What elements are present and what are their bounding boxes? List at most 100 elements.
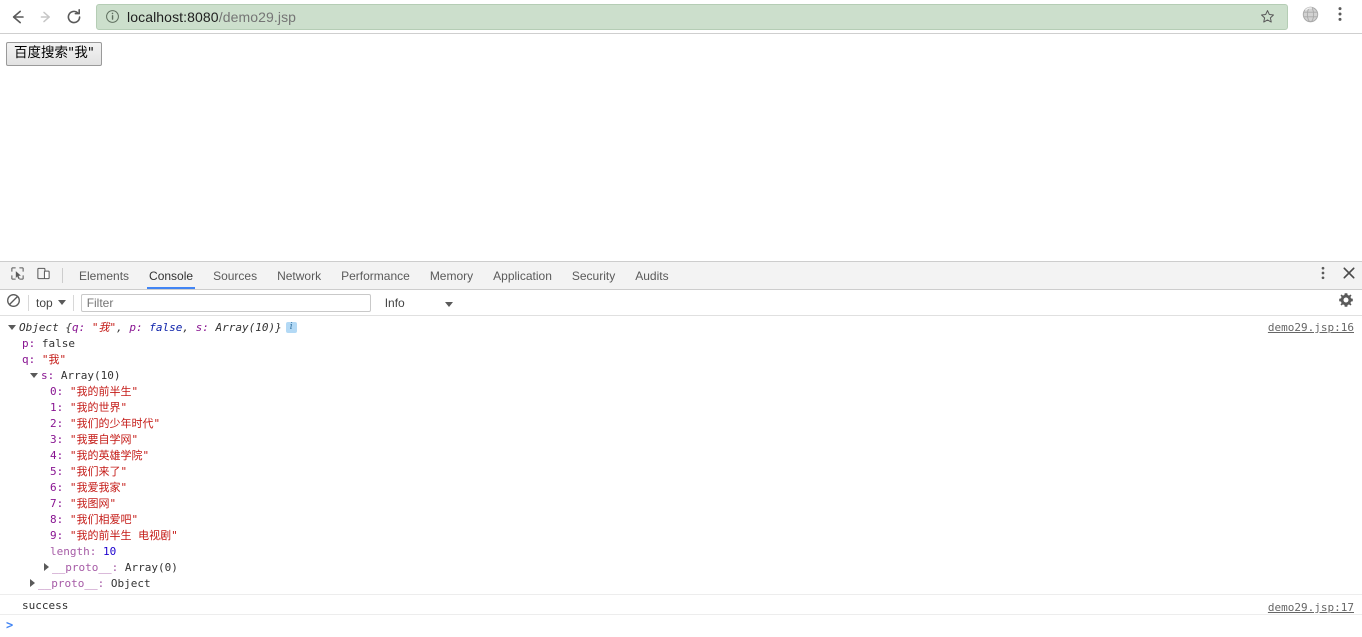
array-value: "我的前半生" bbox=[70, 385, 138, 398]
browser-toolbar: localhost:8080/demo29.jsp bbox=[0, 0, 1362, 34]
array-value: "我图网" bbox=[70, 497, 116, 510]
prompt-chevron-icon: > bbox=[6, 618, 13, 632]
property-row-q[interactable]: q: "我" bbox=[0, 352, 1362, 368]
array-item-row[interactable]: 1: "我的世界" bbox=[0, 400, 1362, 416]
inspect-element-button[interactable] bbox=[4, 262, 30, 289]
preview-value-q: "我" bbox=[92, 321, 116, 334]
devtools-tabbar-actions bbox=[1297, 262, 1362, 289]
array-item-row[interactable]: 6: "我爱我家" bbox=[0, 480, 1362, 496]
array-index: 8: bbox=[50, 513, 63, 526]
tabbar-divider bbox=[62, 268, 63, 283]
tab-elements[interactable]: Elements bbox=[69, 262, 139, 289]
array-value: "我的前半生 电视剧" bbox=[70, 529, 178, 542]
array-item-row[interactable]: 8: "我们相爱吧" bbox=[0, 512, 1362, 528]
baidu-search-button[interactable]: 百度搜索"我" bbox=[6, 42, 102, 66]
console-prompt[interactable]: > bbox=[0, 615, 1362, 635]
array-item-row[interactable]: 2: "我们的少年时代" bbox=[0, 416, 1362, 432]
disclosure-triangle-closed-icon[interactable] bbox=[44, 563, 49, 571]
proto-row-object[interactable]: __proto__: Object bbox=[0, 576, 1362, 592]
tab-security[interactable]: Security bbox=[562, 262, 625, 289]
console-settings-button[interactable] bbox=[1338, 292, 1358, 313]
array-index: 5: bbox=[50, 465, 63, 478]
console-context-selector[interactable]: top bbox=[36, 296, 66, 310]
profile-button[interactable] bbox=[1296, 3, 1324, 31]
info-icon[interactable]: i bbox=[286, 322, 297, 333]
devtools-tabbar: Elements Console Sources Network Perform… bbox=[0, 262, 1362, 290]
tab-network[interactable]: Network bbox=[267, 262, 331, 289]
three-dot-menu-icon bbox=[1331, 5, 1349, 28]
array-item-row[interactable]: 3: "我要自学网" bbox=[0, 432, 1362, 448]
back-button[interactable] bbox=[4, 3, 32, 31]
console-level-selector[interactable]: Info bbox=[385, 296, 453, 310]
property-value: false bbox=[42, 337, 75, 350]
console-filter-bar: top Info bbox=[0, 290, 1362, 316]
page-viewport: 百度搜索"我" bbox=[0, 34, 1362, 261]
address-bar[interactable]: localhost:8080/demo29.jsp bbox=[96, 4, 1288, 30]
array-item-row[interactable]: 4: "我的英雄学院" bbox=[0, 448, 1362, 464]
length-value: 10 bbox=[103, 545, 116, 558]
array-item-row[interactable]: 9: "我的前半生 电视剧" bbox=[0, 528, 1362, 544]
property-value: "我" bbox=[42, 353, 66, 366]
array-index: 6: bbox=[50, 481, 63, 494]
clear-console-button[interactable] bbox=[6, 293, 21, 313]
array-length-row[interactable]: length: 10 bbox=[0, 544, 1362, 560]
console-filter-input[interactable] bbox=[81, 294, 371, 312]
property-key: p: bbox=[22, 337, 35, 350]
devtools-close-button[interactable] bbox=[1336, 266, 1362, 285]
preview-key-p: p: bbox=[129, 321, 142, 334]
tab-audits[interactable]: Audits bbox=[625, 262, 678, 289]
disclosure-triangle-closed-icon[interactable] bbox=[30, 579, 35, 587]
console-log-entry-object: Object {q: "我", p: false, s: Array(10)}i… bbox=[0, 316, 1362, 594]
tab-memory[interactable]: Memory bbox=[420, 262, 483, 289]
proto-key: __proto__: bbox=[38, 577, 104, 590]
array-item-row[interactable]: 7: "我图网" bbox=[0, 496, 1362, 512]
array-index: 1: bbox=[50, 401, 63, 414]
forward-button[interactable] bbox=[32, 3, 60, 31]
preview-comma-2: , bbox=[182, 321, 195, 334]
chevron-down-icon bbox=[58, 300, 66, 305]
array-index: 7: bbox=[50, 497, 63, 510]
devtools-panel: Elements Console Sources Network Perform… bbox=[0, 261, 1362, 637]
disclosure-triangle-open-icon[interactable] bbox=[30, 373, 38, 378]
source-link[interactable]: demo29.jsp:17 bbox=[1268, 597, 1354, 618]
array-value: "我们相爱吧" bbox=[70, 513, 138, 526]
array-item-row[interactable]: 5: "我们来了" bbox=[0, 464, 1362, 480]
array-value: "我的英雄学院" bbox=[70, 449, 149, 462]
preview-key-q: q: bbox=[72, 321, 85, 334]
three-dot-menu-icon bbox=[1315, 265, 1331, 286]
property-key: q: bbox=[22, 353, 35, 366]
globe-icon bbox=[1301, 5, 1320, 29]
reload-button[interactable] bbox=[60, 3, 88, 31]
disclosure-triangle-open-icon[interactable] bbox=[8, 325, 16, 330]
console-log-entry-success[interactable]: success demo29.jsp:17 bbox=[0, 594, 1362, 615]
console-output[interactable]: Object {q: "我", p: false, s: Array(10)}i… bbox=[0, 316, 1362, 637]
property-row-s[interactable]: s: Array(10) bbox=[0, 368, 1362, 384]
device-toolbar-button[interactable] bbox=[30, 262, 56, 289]
array-index: 9: bbox=[50, 529, 63, 542]
proto-value: Array(0) bbox=[125, 561, 178, 574]
array-index: 4: bbox=[50, 449, 63, 462]
array-value: "我们来了" bbox=[70, 465, 127, 478]
array-index: 3: bbox=[50, 433, 63, 446]
bookmark-star-icon[interactable] bbox=[1255, 5, 1279, 29]
array-index: 0: bbox=[50, 385, 63, 398]
device-toolbar-icon bbox=[36, 266, 51, 286]
array-item-row[interactable]: 0: "我的前半生" bbox=[0, 384, 1362, 400]
property-row-p[interactable]: p: false bbox=[0, 336, 1362, 352]
preview-value-p: false bbox=[149, 321, 182, 334]
object-header-row[interactable]: Object {q: "我", p: false, s: Array(10)}i… bbox=[0, 320, 1362, 336]
tab-performance[interactable]: Performance bbox=[331, 262, 420, 289]
tab-sources[interactable]: Sources bbox=[203, 262, 267, 289]
tab-console[interactable]: Console bbox=[139, 262, 203, 289]
browser-menu-button[interactable] bbox=[1326, 3, 1354, 31]
filterbar-divider-1 bbox=[28, 295, 29, 311]
tab-application[interactable]: Application bbox=[483, 262, 562, 289]
source-link[interactable]: demo29.jsp:16 bbox=[1268, 320, 1354, 336]
chevron-down-icon bbox=[445, 296, 453, 310]
array-index: 2: bbox=[50, 417, 63, 430]
info-circle-icon[interactable] bbox=[105, 9, 120, 24]
length-key: length: bbox=[50, 545, 96, 558]
address-bar-text: localhost:8080/demo29.jsp bbox=[127, 9, 296, 25]
devtools-more-button[interactable] bbox=[1310, 265, 1336, 286]
proto-row-array[interactable]: __proto__: Array(0) bbox=[0, 560, 1362, 576]
